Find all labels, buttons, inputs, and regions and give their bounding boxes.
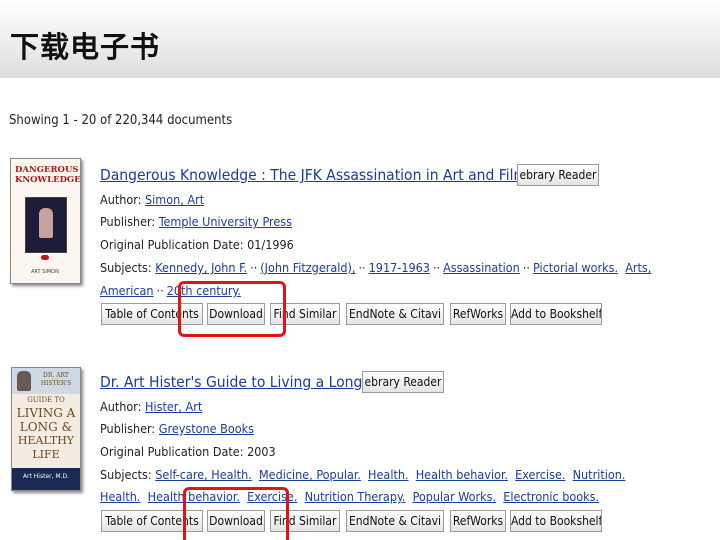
subject-link[interactable]: Self-care, Health. [155, 467, 252, 482]
endnote-citavi-button-2[interactable]: EndNote & Citavi [346, 510, 444, 532]
result-title-2[interactable]: Dr. Art Hister's Guide to Living a Long [100, 373, 362, 391]
result-subjects-2: Subjects: Self-care, Health. Medicine, P… [100, 467, 625, 482]
result-author-1: Author: Simon, Art [100, 192, 204, 207]
publisher-label: Publisher: [100, 421, 156, 436]
cover-title: DANGEROUS KNOWLEDGE [15, 165, 81, 185]
result-title-1[interactable]: Dangerous Knowledge : The JFK Assassinat… [100, 166, 527, 184]
result-pubdate-1: Original Publication Date: 01/1996 [100, 237, 294, 252]
slide-title: 下载电子书 [10, 30, 161, 64]
cover-line: HISTER'S [40, 380, 72, 387]
subject-link[interactable]: Assassination [443, 260, 520, 275]
result-author-2: Author: Hister, Art [100, 399, 202, 414]
refworks-button-1[interactable]: RefWorks [450, 303, 506, 325]
cover-mark [41, 255, 49, 260]
result-subjects-2-cont: Health. Health behavior. Exercise. Nutri… [100, 489, 599, 504]
publisher-link[interactable]: Greystone Books [159, 421, 254, 436]
add-to-bookshelf-button-2[interactable]: Add to Bookshelf [510, 510, 602, 532]
highlight-box-1 [178, 281, 286, 337]
book-cover-2[interactable]: DR. ART HISTER'S GUIDE TO LIVING A LONG … [11, 367, 81, 491]
cover-line: GUIDE TO [27, 396, 65, 404]
cover-line: LONG & [19, 420, 73, 434]
subject-link[interactable]: American [100, 283, 154, 298]
publisher-link[interactable]: Temple University Press [159, 214, 292, 229]
ebrary-reader-button-1[interactable]: ebrary Reader [517, 164, 599, 186]
cover-line: HEALTHY [17, 434, 75, 447]
result-publisher-2: Publisher: Greystone Books [100, 421, 254, 436]
author-label: Author: [100, 399, 142, 414]
add-to-bookshelf-button-1[interactable]: Add to Bookshelf [510, 303, 602, 325]
subjects-label: Subjects: [100, 260, 152, 275]
cover-line: DR. ART [43, 372, 69, 379]
author-link[interactable]: Hister, Art [145, 399, 202, 414]
subject-link[interactable]: Arts, [625, 260, 651, 275]
pubdate-value: 2003 [247, 444, 276, 459]
result-subjects-1: Subjects: Kennedy, John F. ·· (John Fitzge… [100, 260, 652, 275]
subjects-label: Subjects: [100, 467, 152, 482]
subject-link[interactable]: Kennedy, John F. [155, 260, 247, 275]
cover-photo [17, 371, 31, 391]
subject-link[interactable]: Exercise. [515, 467, 565, 482]
refworks-button-2[interactable]: RefWorks [450, 510, 506, 532]
subject-link[interactable]: Health behavior. [416, 467, 508, 482]
subject-link[interactable]: Medicine, Popular. [259, 467, 361, 482]
publisher-label: Publisher: [100, 214, 156, 229]
result-pubdate-2: Original Publication Date: 2003 [100, 444, 276, 459]
cover-author: ART SIMON [31, 269, 59, 275]
pubdate-label: Original Publication Date: [100, 237, 244, 252]
subject-link[interactable]: (John Fitzgerald), [260, 260, 355, 275]
subject-link[interactable]: Health. [368, 467, 409, 482]
subject-link[interactable]: Pictorial works. [533, 260, 618, 275]
cover-illustration [25, 197, 67, 253]
author-link[interactable]: Simon, Art [145, 192, 204, 207]
subject-link[interactable]: Popular Works. [413, 489, 497, 504]
author-label: Author: [100, 192, 142, 207]
pubdate-label: Original Publication Date: [100, 444, 244, 459]
cover-author: Art Hister, M.D. [22, 473, 70, 480]
endnote-citavi-button-1[interactable]: EndNote & Citavi [346, 303, 444, 325]
subject-link[interactable]: Electronic books. [503, 489, 599, 504]
results-count: Showing 1 - 20 of 220,344 documents [9, 113, 233, 128]
cover-line: LIFE [32, 448, 60, 461]
pubdate-value: 01/1996 [247, 237, 294, 252]
book-cover-1[interactable]: DANGEROUS KNOWLEDGE ART SIMON [10, 158, 81, 284]
subject-link[interactable]: Nutrition. [573, 467, 626, 482]
subject-link[interactable]: Health. [100, 489, 141, 504]
result-publisher-1: Publisher: Temple University Press [100, 214, 292, 229]
highlight-box-2 [183, 487, 289, 540]
cover-line: LIVING A [16, 406, 76, 420]
ebrary-reader-button-2[interactable]: ebrary Reader [362, 371, 444, 393]
subject-link[interactable]: Nutrition Therapy. [305, 489, 406, 504]
subject-link[interactable]: 1917-1963 [369, 260, 430, 275]
